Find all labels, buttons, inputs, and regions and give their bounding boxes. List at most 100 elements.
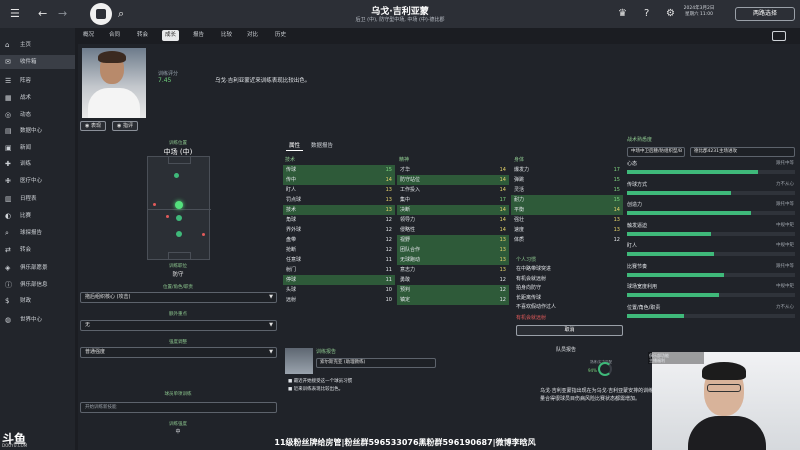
sidebar-item-club-info[interactable]: ⓘ 俱乐部信息 <box>0 278 75 292</box>
sidebar-item-scouting[interactable]: ⌕ 球探报告 <box>0 226 75 240</box>
tab-history[interactable]: 历史 <box>272 30 289 41</box>
attribute-row[interactable]: 才华 14 <box>397 165 509 175</box>
attribute-row[interactable]: 盘带 12 <box>283 235 395 245</box>
attribute-row[interactable]: 领导力 14 <box>397 215 509 225</box>
trophy-icon[interactable]: ♛ <box>618 8 627 19</box>
attribute-name: 体质 <box>514 237 525 243</box>
attribute-row[interactable]: 防守站位 14 <box>397 175 509 185</box>
attribute-row[interactable]: 体质 12 <box>511 235 623 245</box>
attribute-row[interactable]: 预判 12 <box>397 285 509 295</box>
attribute-name: 盘带 <box>286 237 297 243</box>
attribute-row[interactable]: 侵略性 14 <box>397 225 509 235</box>
sidebar-item-finances[interactable]: $ 财政 <box>0 294 75 308</box>
continue-button[interactable]: 两路选择 <box>735 7 795 21</box>
help-icon[interactable]: ? <box>644 8 649 19</box>
sidebar-item-club-vision[interactable]: ◈ 俱乐部愿景 <box>0 261 75 275</box>
sidebar-item-medical[interactable]: ✙ 医疗中心 <box>0 174 75 188</box>
sidebar-item-training[interactable]: ✚ 训练 <box>0 157 75 171</box>
attribute-row[interactable]: 团队合作 13 <box>397 245 509 255</box>
attribute-name: 平衡 <box>514 207 525 213</box>
intensity-select[interactable]: 普通强度 ▼ <box>80 347 277 358</box>
donut-value: 94% <box>588 368 597 373</box>
back-icon[interactable]: ← <box>38 7 47 21</box>
sidebar-item-dynamics[interactable]: ◎ 动态 <box>0 108 75 122</box>
sidebar-item-schedule[interactable]: ▥ 日程表 <box>0 192 75 206</box>
attribute-value: 13 <box>385 197 392 203</box>
attribute-row[interactable]: 界外球 12 <box>283 225 395 235</box>
attribute-row[interactable]: 技术 13 <box>283 205 395 215</box>
role-select[interactable]: 拖后组织核心 (攻击) ▼ <box>80 292 277 303</box>
tab-transfer[interactable]: 转会 <box>134 30 151 41</box>
attribute-row[interactable]: 弹跳 15 <box>511 175 623 185</box>
attribute-row[interactable]: 灵活 15 <box>511 185 623 195</box>
top-bar: ☰ ← → ⌕ 乌戈·吉利亚蒙 后卫 (中), 防守型中场, 中场 (中)·德比… <box>0 0 800 28</box>
tab-compare[interactable]: 比较 <box>218 30 235 41</box>
attribute-row[interactable]: 无球跑动 13 <box>397 255 509 265</box>
sidebar-item-home[interactable]: ⌂ 主页 <box>0 38 75 52</box>
performance-button[interactable]: ◉ 表现 <box>80 121 106 131</box>
attribute-row[interactable]: 远射 10 <box>283 295 395 305</box>
attribute-row[interactable]: 平衡 14 <box>511 205 623 215</box>
sidebar-item-inbox[interactable]: ✉ 收件箱 <box>0 55 75 69</box>
search-icon[interactable]: ⌕ <box>118 7 124 21</box>
attribute-row[interactable]: 耐力 15 <box>511 195 623 205</box>
attribute-row[interactable]: 射门 11 <box>283 265 395 275</box>
attribute-row[interactable]: 集中 17 <box>397 195 509 205</box>
familiarity-bar-fill <box>627 211 752 215</box>
attribute-row[interactable]: 镇定 12 <box>397 295 509 305</box>
tab-reports[interactable]: 报告 <box>190 30 207 41</box>
attribute-row[interactable]: 传球 15 <box>283 165 395 175</box>
sidebar-item-squad[interactable]: ☰ 阵容 <box>0 74 75 88</box>
attribute-row[interactable]: 决断 14 <box>397 205 509 215</box>
attribute-row[interactable]: 强壮 13 <box>511 215 623 225</box>
attribute-row[interactable]: 勇敢 12 <box>397 275 509 285</box>
coach-photo <box>285 348 313 374</box>
sidebar-item-data-hub[interactable]: ▤ 数据中心 <box>0 124 75 138</box>
attribute-row[interactable]: 角球 12 <box>283 215 395 225</box>
sidebar-item-matches[interactable]: ◐ 比赛 <box>0 209 75 223</box>
finance-icon: $ <box>5 297 10 305</box>
sidebar-item-transfers[interactable]: ⇄ 转会 <box>0 243 75 257</box>
attribute-row[interactable]: 传中 14 <box>283 175 395 185</box>
role-familiarity-select[interactable]: 中场中卫后腰/防组织型/B <box>627 147 685 157</box>
tab-data-report[interactable]: 数据报告 <box>308 141 336 151</box>
attribute-name: 勇敢 <box>400 277 411 283</box>
forward-icon[interactable]: → <box>58 7 67 21</box>
camera-icon[interactable] <box>772 31 786 41</box>
preferred-moves-header: 个人习惯 <box>516 257 537 263</box>
attribute-row[interactable]: 爆发力 17 <box>511 165 623 175</box>
attribute-row[interactable]: 停球 11 <box>283 275 395 285</box>
tactic-select[interactable]: 德比郡4231主场进攻 <box>690 147 795 157</box>
club-logo[interactable] <box>90 3 112 25</box>
familiarity-bar-fill <box>627 170 759 174</box>
sidebar-item-tactics[interactable]: ▦ 战术 <box>0 91 75 105</box>
attribute-row[interactable]: 工作投入 14 <box>397 185 509 195</box>
attribute-row[interactable]: 头球 10 <box>283 285 395 295</box>
tab-overview[interactable]: 概况 <box>80 30 97 41</box>
tab-attributes[interactable]: 属性 <box>286 141 304 151</box>
familiarity-level: 跟托中等 <box>776 202 794 207</box>
familiarity-label: 创造力 <box>627 202 643 208</box>
attribute-row[interactable]: 盯人 13 <box>283 185 395 195</box>
note-button[interactable]: ◉ 指评 <box>112 121 138 131</box>
attribute-row[interactable]: 速度 13 <box>511 225 623 235</box>
extra-focus-select[interactable]: 无 ▼ <box>80 320 277 331</box>
attribute-row[interactable]: 抢断 12 <box>283 245 395 255</box>
attribute-row[interactable]: 视野 13 <box>397 235 509 245</box>
sidebar-item-news[interactable]: ▣ 新闻 <box>0 141 75 155</box>
training-icon: ✚ <box>5 160 11 168</box>
training-intensity-value: 中 <box>175 429 181 435</box>
attribute-row[interactable]: 任意球 11 <box>283 255 395 265</box>
tab-versus[interactable]: 对比 <box>244 30 261 41</box>
tab-development[interactable]: 成长 <box>162 30 180 41</box>
attribute-row[interactable]: 意志力 13 <box>397 265 509 275</box>
sidebar-item-world[interactable]: ◍ 世界中心 <box>0 313 75 327</box>
attribute-row[interactable]: 罚点球 13 <box>283 195 395 205</box>
menu-icon[interactable]: ☰ <box>10 7 20 21</box>
cancel-button[interactable]: 取消 <box>516 325 623 336</box>
familiarity-bar-fill <box>627 231 711 236</box>
coach-select[interactable]: 索尔斯克亚 (助理教练) <box>316 358 436 368</box>
individual-training-select[interactable]: 开始训练新技能 <box>80 402 277 413</box>
familiarity-bar <box>627 272 795 277</box>
tab-contract[interactable]: 合同 <box>106 30 123 41</box>
